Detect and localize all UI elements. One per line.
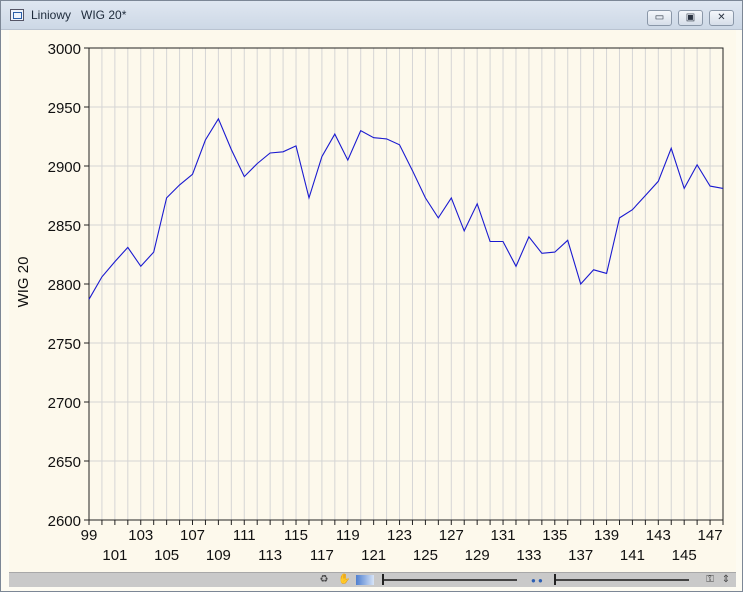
y-tick-label: 2900 [48, 159, 81, 176]
x-axis-ticks: 9910110310510710911111311511711912112312… [81, 520, 724, 564]
color-scale-icon[interactable] [356, 575, 374, 585]
x-tick-label: 115 [284, 527, 308, 544]
y-tick-label: 3000 [48, 41, 81, 58]
y-tick-label: 2700 [48, 395, 81, 412]
x-tick-label: 123 [387, 527, 412, 544]
recycle-icon[interactable]: ♻ [318, 574, 330, 585]
line-chart: 300029502900285028002750270026502600 991… [15, 41, 724, 564]
y-axis-ticks: 3000 2950 2900 2850 2800 2750 2700 2650 2600 [48, 41, 89, 530]
x-tick-label: 107 [180, 527, 205, 544]
restore-button[interactable]: ▣ [678, 10, 703, 26]
x-tick-label: 117 [310, 547, 334, 564]
series-line [88, 117, 724, 300]
vertical-zoom-slider[interactable] [554, 579, 689, 581]
x-tick-label: 125 [413, 547, 438, 564]
window-title: Liniowy WIG 20* [31, 8, 127, 22]
plot-area[interactable]: 3000 2950 2900 2850 2800 2750 2700 2650 2600 99 1… [9, 30, 736, 572]
status-bar: ♻ ✋ ● ● ⚿ ⇕ [9, 572, 736, 587]
horizontal-zoom-slider[interactable] [382, 579, 517, 581]
vertical-zoom-thumb[interactable] [554, 574, 556, 585]
x-tick-label: 109 [206, 547, 231, 564]
title-bar[interactable]: Liniowy WIG 20* ▭ ▣ ✕ [1, 1, 742, 30]
x-tick-label: 105 [154, 547, 179, 564]
grid-lines [88, 47, 724, 521]
chart-window-icon[interactable] [10, 9, 24, 21]
x-tick-label: 135 [542, 527, 567, 544]
x-tick-label: 147 [698, 527, 723, 544]
x-tick-label: 131 [491, 527, 516, 544]
x-tick-label: 141 [620, 547, 645, 564]
y-tick-label: 2750 [48, 336, 81, 353]
key-icon[interactable]: ⚿ [703, 574, 717, 585]
x-tick-label: 145 [672, 547, 697, 564]
x-tick-label: 133 [516, 547, 541, 564]
x-tick-label: 101 [102, 547, 127, 564]
y-axis-label: WIG 20 [15, 257, 32, 308]
x-tick-label: 137 [568, 547, 593, 564]
x-tick-label: 103 [128, 527, 153, 544]
y-tick-label: 2800 [48, 277, 81, 294]
x-tick-label: 99 [81, 527, 98, 544]
x-tick-label: 129 [465, 547, 490, 564]
series-group [88, 117, 724, 300]
y-tick-label: 2950 [48, 100, 81, 117]
slider-dots: ● ● [531, 576, 543, 585]
y-tick-label: 2850 [48, 218, 81, 235]
x-tick-label: 139 [594, 527, 619, 544]
x-tick-label: 111 [233, 527, 256, 544]
x-tick-label: 121 [361, 547, 386, 564]
minimize-button[interactable]: ▭ [647, 10, 672, 26]
horizontal-zoom-thumb[interactable] [382, 574, 384, 585]
y-tick-label: 2600 [48, 513, 81, 530]
chart-window: Liniowy WIG 20* ▭ ▣ ✕ 3000 2950 2900 2850 28… [0, 0, 743, 592]
x-tick-label: 119 [336, 527, 360, 544]
x-tick-label: 143 [646, 527, 671, 544]
x-tick-label: 127 [439, 527, 464, 544]
close-button[interactable]: ✕ [709, 10, 734, 26]
y-tick-label: 2650 [48, 454, 81, 471]
hand-icon[interactable]: ✋ [338, 574, 350, 585]
x-tick-label: 113 [258, 547, 282, 564]
scroll-arrows-icon[interactable]: ⇕ [720, 574, 732, 585]
